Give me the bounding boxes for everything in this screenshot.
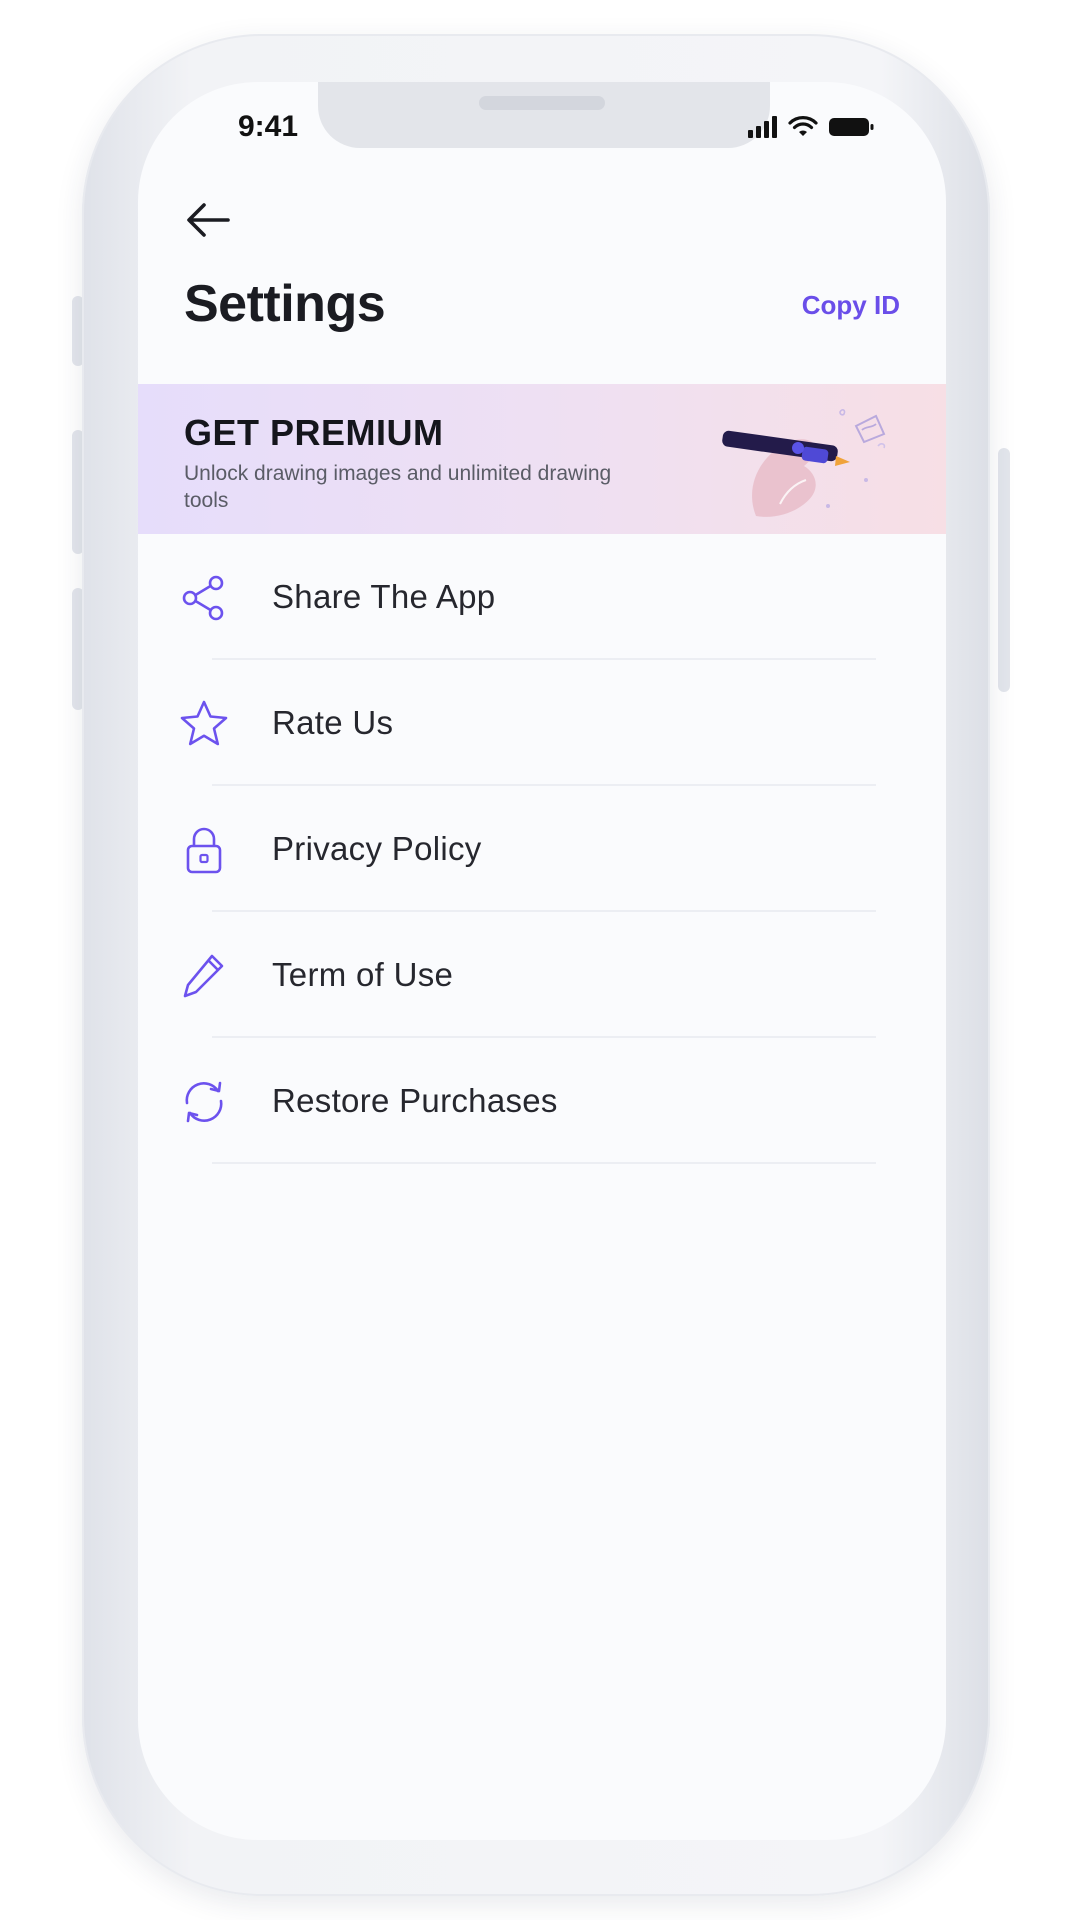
share-icon xyxy=(182,575,224,621)
status-icons xyxy=(748,116,874,138)
settings-item-share[interactable]: Share The App xyxy=(138,534,946,660)
settings-item-label: Share The App xyxy=(272,578,496,615)
settings-item-terms[interactable]: Term of Use xyxy=(138,912,946,1038)
pen-illustration-icon xyxy=(722,409,886,517)
settings-item-label: Rate Us xyxy=(272,704,394,741)
power-button xyxy=(998,448,1010,692)
refresh-icon xyxy=(185,1081,223,1123)
settings-item-rate[interactable]: Rate Us xyxy=(138,660,946,786)
settings-list: Share The App Rate Us Privacy Policy Ter… xyxy=(138,534,946,1164)
battery-icon xyxy=(829,118,874,136)
wifi-icon xyxy=(788,116,818,136)
device-mockup: 9:41 Settings Copy ID GET PREMIUM Unlock… xyxy=(0,0,1080,1920)
copy-id-button[interactable]: Copy ID xyxy=(802,290,900,321)
premium-subtitle: Unlock drawing images and unlimited draw… xyxy=(184,462,612,512)
lock-icon xyxy=(186,827,222,874)
page-title: Settings xyxy=(184,275,386,333)
settings-item-label: Term of Use xyxy=(272,956,454,993)
star-icon xyxy=(180,700,228,746)
pencil-icon xyxy=(183,954,224,998)
status-time: 9:41 xyxy=(238,110,299,143)
settings-item-privacy[interactable]: Privacy Policy xyxy=(138,786,946,912)
speaker xyxy=(479,96,605,110)
notch xyxy=(318,82,770,148)
signal-icon xyxy=(748,116,777,138)
premium-banner[interactable]: GET PREMIUM Unlock drawing images and un… xyxy=(138,384,946,534)
premium-title: GET PREMIUM xyxy=(184,412,444,453)
divider xyxy=(212,1162,876,1164)
settings-item-label: Privacy Policy xyxy=(272,830,482,867)
screen: 9:41 Settings Copy ID GET PREMIUM Unlock… xyxy=(138,82,946,1840)
settings-item-restore[interactable]: Restore Purchases xyxy=(138,1038,946,1164)
back-arrow-icon[interactable] xyxy=(180,192,236,248)
settings-item-label: Restore Purchases xyxy=(272,1082,558,1119)
